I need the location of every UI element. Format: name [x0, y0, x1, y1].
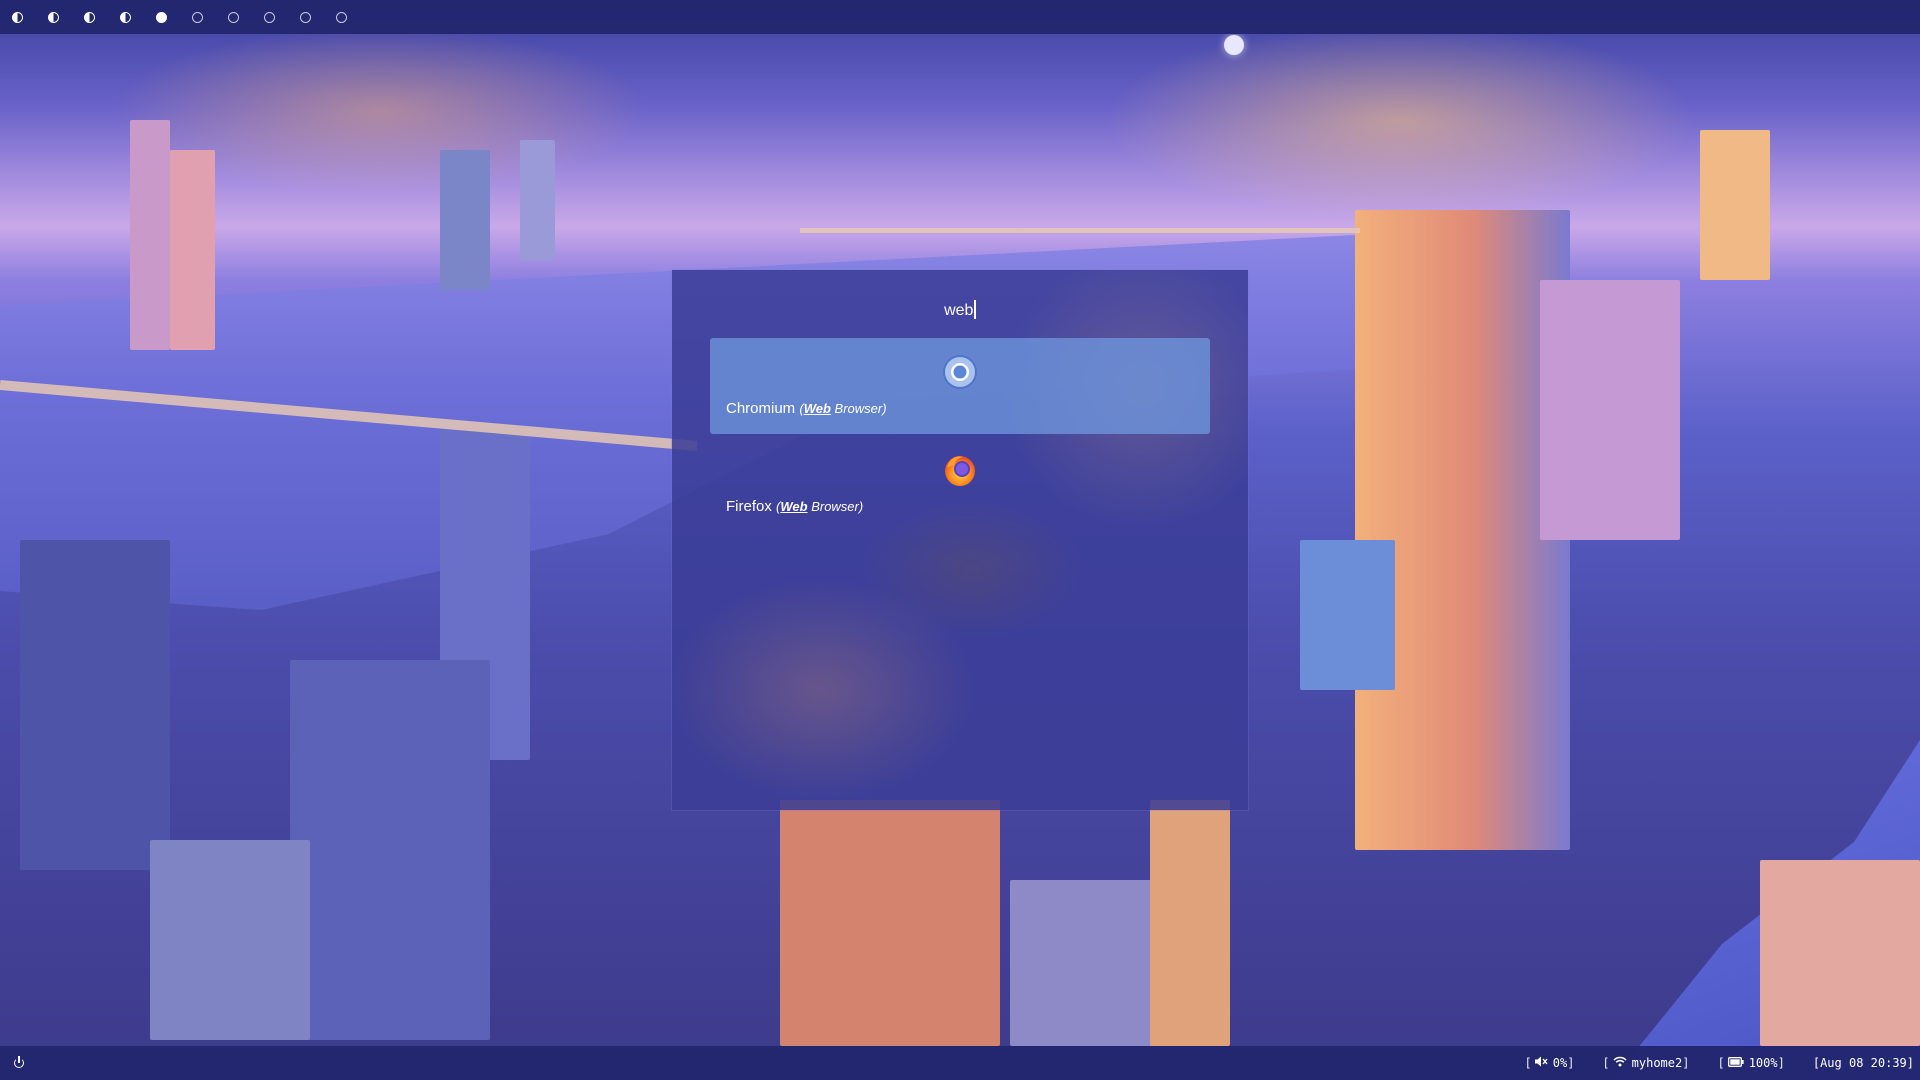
workspace-9-indicator[interactable] [300, 11, 311, 23]
workspace-3-indicator[interactable] [84, 11, 95, 23]
result-label: Chromium (Web Browser) [726, 400, 887, 417]
clock-text: [Aug 08 20:39] [1812, 1056, 1914, 1070]
app-name: Chromium [726, 400, 796, 417]
app-category: (Web Browser) [776, 499, 864, 514]
match-highlight: Web [803, 401, 831, 416]
app-name: Firefox [726, 498, 772, 515]
app-launcher: web Chromium (Web Browser) Firefox (Web … [672, 270, 1248, 810]
volume-muted-icon [1534, 1056, 1548, 1070]
moon-decoration [1224, 35, 1244, 55]
workspace-8-indicator[interactable] [264, 11, 275, 23]
workspace-4-indicator[interactable] [120, 11, 131, 23]
result-label: Firefox (Web Browser) [726, 498, 863, 515]
battery-module[interactable]: [ 100% ] [1717, 1056, 1784, 1070]
battery-icon [1727, 1056, 1744, 1070]
firefox-icon [945, 456, 975, 486]
top-bar [0, 0, 1920, 34]
workspace-5-indicator[interactable] [156, 11, 167, 23]
workspace-1-indicator[interactable] [12, 11, 23, 23]
workspace-2-indicator[interactable] [48, 11, 59, 23]
app-category: (Web Browser) [799, 401, 887, 416]
result-item-chromium[interactable]: Chromium (Web Browser) [710, 338, 1210, 434]
search-query-text: web [944, 302, 974, 319]
power-icon[interactable] [12, 1055, 28, 1071]
result-item-firefox[interactable]: Firefox (Web Browser) [710, 436, 1210, 532]
workspace-10-indicator[interactable] [336, 11, 347, 23]
wifi-icon [1613, 1056, 1627, 1070]
network-ssid: myhome2 [1631, 1056, 1683, 1070]
text-caret [974, 300, 976, 319]
battery-value: 100% [1748, 1056, 1778, 1070]
clock-module[interactable]: [Aug 08 20:39] [1813, 1056, 1914, 1070]
match-highlight: Web [780, 499, 808, 514]
volume-value: 0% [1552, 1056, 1568, 1070]
workspace-7-indicator[interactable] [228, 11, 239, 23]
chromium-icon [943, 355, 977, 389]
launcher-search-input[interactable]: web [672, 300, 1248, 320]
workspace-6-indicator[interactable] [192, 11, 203, 23]
status-modules: [ 0% ] [ myhome2 ] [100%] [Aug 08 20:3… [1497, 1056, 1915, 1070]
bottom-bar: [ 0% ] [ myhome2 ] [100%] [Aug 08 20:3… [0, 1046, 1920, 1080]
workspace-indicator [12, 11, 359, 23]
volume-module[interactable]: [ 0% ] [1525, 1056, 1575, 1070]
network-module[interactable]: [ myhome2 ] [1602, 1056, 1689, 1070]
